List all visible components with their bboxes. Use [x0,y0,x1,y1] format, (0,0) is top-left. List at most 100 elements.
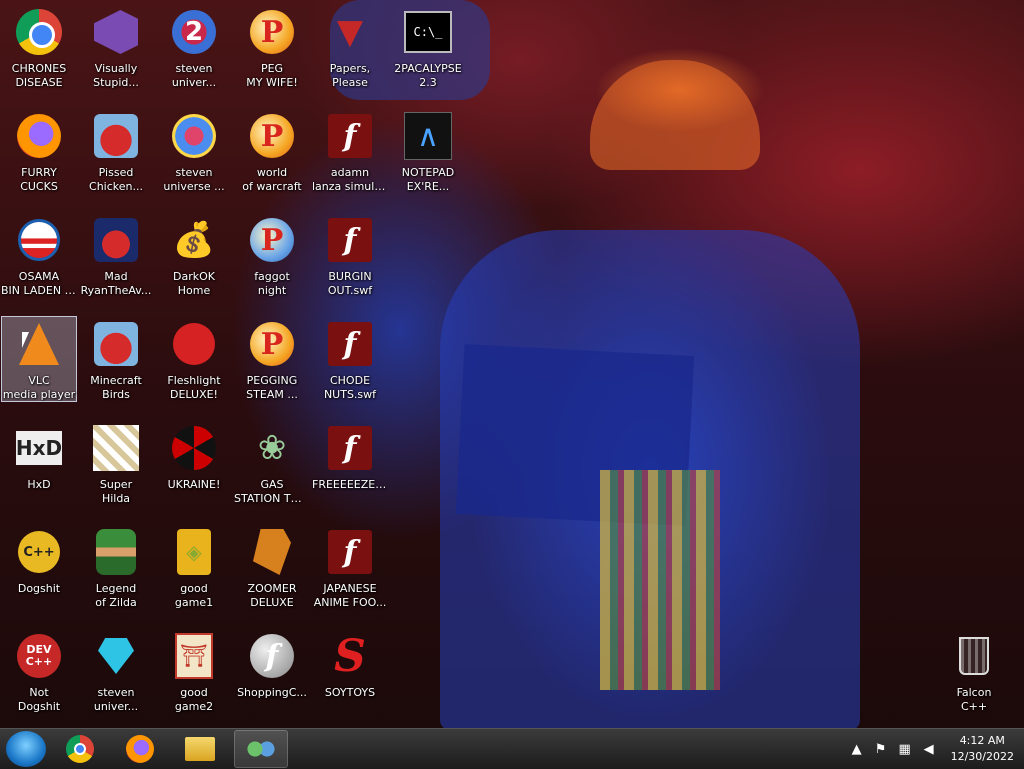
angry-birds-icon [92,320,140,368]
icon-label: Pissed Chicken... [89,166,143,193]
desktop-icon-not-dogshit[interactable]: DEV C++ Not Dogshit [1,628,77,714]
desktop-icon-furry-cucks[interactable]: FURRY CUCKS [1,108,77,194]
desktop-icon-notepad-extreme[interactable]: ∧ NOTEPAD EX'RE... [390,108,466,194]
desktop-icon-japanese-anime[interactable]: f JAPANESE ANIME FOO... [312,524,388,610]
desktop-icon-pegging-steam[interactable]: P PEGGING STEAM ... [234,316,310,402]
desktop-icon-peg-my-wife[interactable]: P PEG MY WIFE! [234,4,310,90]
clock-date: 12/30/2022 [950,750,1014,763]
desktop-icon-burgin-out[interactable]: f BURGIN OUT.swf [312,212,388,298]
desktop-icon-minecraft-birds[interactable]: Minecraft Birds [78,316,154,402]
folder-icon [185,737,215,761]
desktop-icon-zoomer-deluxe[interactable]: ZOOMER DELUXE [234,524,310,610]
desktop[interactable]: CHRONES DISEASE FURRY CUCKS OSAMA BIN LADEN… [0,0,1024,728]
icon-label: PEG MY WIFE! [246,62,298,89]
icon-label: FREEEEEZE.s... [312,478,388,491]
desktop-icon-fleshlight[interactable]: Fleshlight DELUXE! [156,316,232,402]
flag-icon[interactable]: ⚑ [873,741,889,757]
speaker-icon[interactable]: ◀ [921,741,937,757]
flash-icon: f [326,424,374,472]
desktop-icon-freeeeeze[interactable]: f FREEEEEZE.s... [312,420,388,506]
icon-label: steven univer... [93,686,139,713]
chrome-icon [66,735,94,763]
desktop-icon-faggot-night[interactable]: P faggot night [234,212,310,298]
desktop-icon-soytoys[interactable]: S SOYTOYS [312,628,388,714]
icon-label: FURRY CUCKS [20,166,58,193]
desktop-icon-papers-please[interactable]: ▼ Papers, Please [312,4,388,90]
desktop-icon-vlc[interactable]: VLC media player [1,316,77,402]
zelda-icon [92,528,140,576]
icon-label: good game2 [174,686,214,713]
icon-label: CHODE NUTS.swf [323,374,377,401]
flash-icon: f [326,216,374,264]
network-tray-icon[interactable]: ▦ [897,741,913,757]
pegging-ball-icon: P [248,112,296,160]
mouse-cursor-icon [22,332,29,348]
desktop-icon-legend-of-zilda[interactable]: Legend of Zilda [78,524,154,610]
desktop-icon-mad-ryan[interactable]: Mad RyanTheAv... [78,212,154,298]
taskbar-firefox-button[interactable] [114,731,166,767]
fleshlight-icon [170,320,218,368]
icon-label: OSAMABIN LADEN BR... [1,270,77,297]
desktop-icon-gas-station-tweakers[interactable]: ❀ GASSTATION TWEAKERS [234,420,310,506]
taskbar: ▲ ⚑ ▦ ◀ 4:12 AM 12/30/2022 [0,728,1024,769]
recycle-bin-icon [950,632,998,680]
mahjong-icon: ◈ [170,528,218,576]
flash-icon: f [326,320,374,368]
clock[interactable]: 4:12 AM 12/30/2022 [951,733,1014,765]
chrome-icon [15,8,63,56]
icon-label: adamnlanza simulator.swf [312,166,388,193]
icon-label: JAPANESE ANIME FOO... [313,582,387,609]
icon-label: SOYTOYS [324,686,376,699]
desktop-icon-good-game2[interactable]: ⛩ good game2 [156,628,232,714]
taskbar-network-button[interactable] [234,730,288,768]
desktop-icon-adamn-lanza[interactable]: f adamnlanza simulator.swf [312,108,388,194]
desktop-icon-darkok-home[interactable]: 💰 DarkOK Home [156,212,232,298]
pegging-ball-icon: P [248,8,296,56]
desktop-icon-falcon-cpp[interactable]: Falcon C++ [936,628,1012,714]
icon-label: BURGIN OUT.swf [327,270,373,297]
hxd-icon: HxD [15,424,63,472]
hilda-icon [92,424,140,472]
desktop-icon-steven-universe-2[interactable]: 2 steven univer... [156,4,232,90]
visual-studio-icon [92,8,140,56]
desktop-icon-chrones-disease[interactable]: CHRONES DISEASE [1,4,77,90]
start-button[interactable] [6,731,46,767]
desktop-icon-dogshit[interactable]: C++ Dogshit [1,524,77,610]
angry-birds-space-icon [92,216,140,264]
icon-label: Super Hilda [99,478,133,505]
desktop-icon-shopping[interactable]: f ShoppingC... [234,628,310,714]
chevron-up-icon[interactable]: ▲ [849,741,865,757]
clock-time: 4:12 AM [959,734,1005,747]
desktop-icon-ukraine[interactable]: UKRAINE! [156,420,232,506]
icon-label: UKRAINE! [167,478,221,491]
desktop-icon-hxd[interactable]: HxD HxD [1,420,77,506]
icon-label: Visually Stupid... [93,62,139,89]
icon-label: good game1 [174,582,214,609]
desktop-icon-good-game1[interactable]: ◈ good game1 [156,524,232,610]
network-icon [246,736,276,762]
radiation-icon [170,424,218,472]
money-bag-icon: 💰 [172,220,216,260]
flash-icon: f [326,528,374,576]
zoomer-icon [248,528,296,576]
icon-label: ShoppingC... [237,686,307,699]
firefox-icon [15,112,63,160]
taskbar-explorer-button[interactable] [174,731,226,767]
icon-label: DarkOK Home [173,270,215,297]
desktop-icon-osama[interactable]: OSAMABIN LADEN BR... [1,212,77,298]
desktop-icon-super-hilda[interactable]: Super Hilda [78,420,154,506]
desktop-icon-steven-universe[interactable]: steven universe ... [156,108,232,194]
icon-label: Dogshit [17,582,61,595]
desktop-icon-2pacalypse[interactable]: C:\_ 2PACALYPSE 2.3 [390,4,466,90]
desktop-icon-world-of-warcraft[interactable]: P world of warcraft [234,108,310,194]
icon-label: Not Dogshit [17,686,61,713]
notepad-icon: ∧ [404,112,452,160]
torii-icon: ⛩ [170,632,218,680]
desktop-icon-steven-gem[interactable]: steven univer... [78,628,154,714]
desktop-icon-chode-nuts[interactable]: f CHODE NUTS.swf [312,316,388,402]
icon-label: steven universe ... [163,166,225,193]
desktop-icon-visually-stupid[interactable]: Visually Stupid... [78,4,154,90]
taskbar-chrome-button[interactable] [54,731,106,767]
desktop-icon-pissed-chicken[interactable]: Pissed Chicken... [78,108,154,194]
icon-label: NOTEPAD EX'RE... [401,166,455,193]
